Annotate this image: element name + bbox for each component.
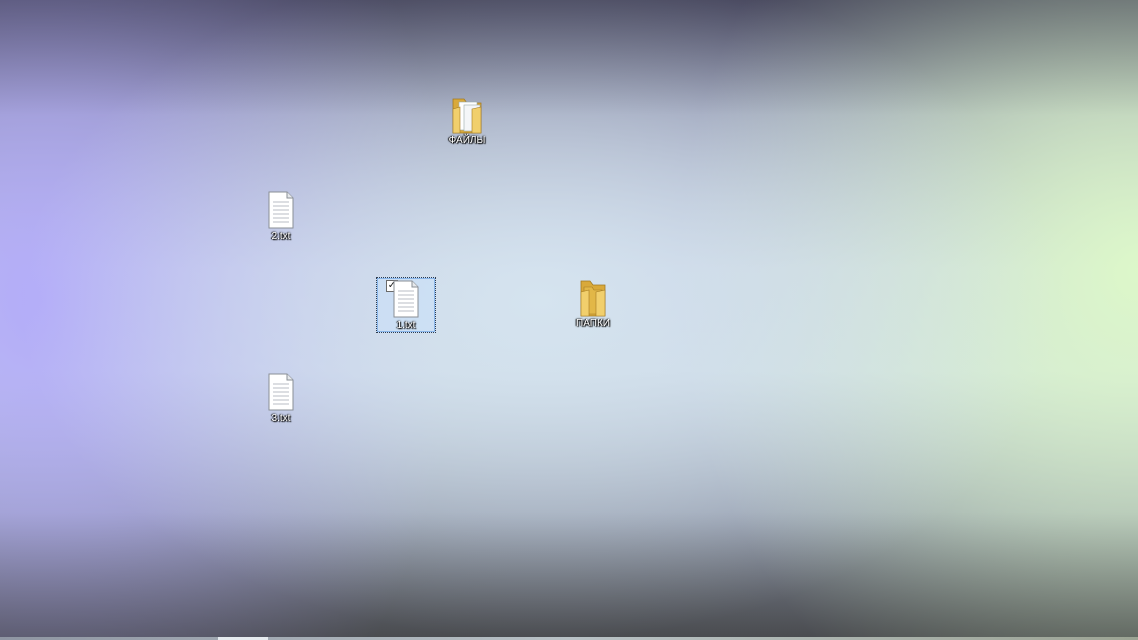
desktop-icon-label: ФАЙЛЫ (448, 135, 486, 146)
desktop-icon-label: 3.txt (271, 413, 291, 424)
text-file-icon (267, 373, 295, 416)
desktop-icon-files-folder[interactable]: ФАЙЛЫ (437, 93, 497, 149)
folder-icon (450, 95, 484, 140)
text-file-icon (392, 280, 420, 323)
text-file-icon (267, 191, 295, 234)
desktop-icon-file-2[interactable]: 2.txt (251, 189, 311, 245)
folder-icon (578, 278, 608, 323)
desktop-icon-file-1[interactable]: ✓ 1.txt (376, 277, 436, 333)
desktop-icon-label: 2.txt (271, 231, 291, 242)
desktop-icon-file-3[interactable]: 3.txt (251, 371, 311, 427)
desktop-icon-folders-folder[interactable]: ПАПКИ (563, 276, 623, 332)
desktop-icon-label: ПАПКИ (576, 318, 610, 329)
desktop-icon-label: 1.txt (396, 320, 416, 331)
desktop[interactable]: ФАЙЛЫ 2.txt ✓ 1.txt ПАПКИ 3.txt (0, 0, 1138, 640)
